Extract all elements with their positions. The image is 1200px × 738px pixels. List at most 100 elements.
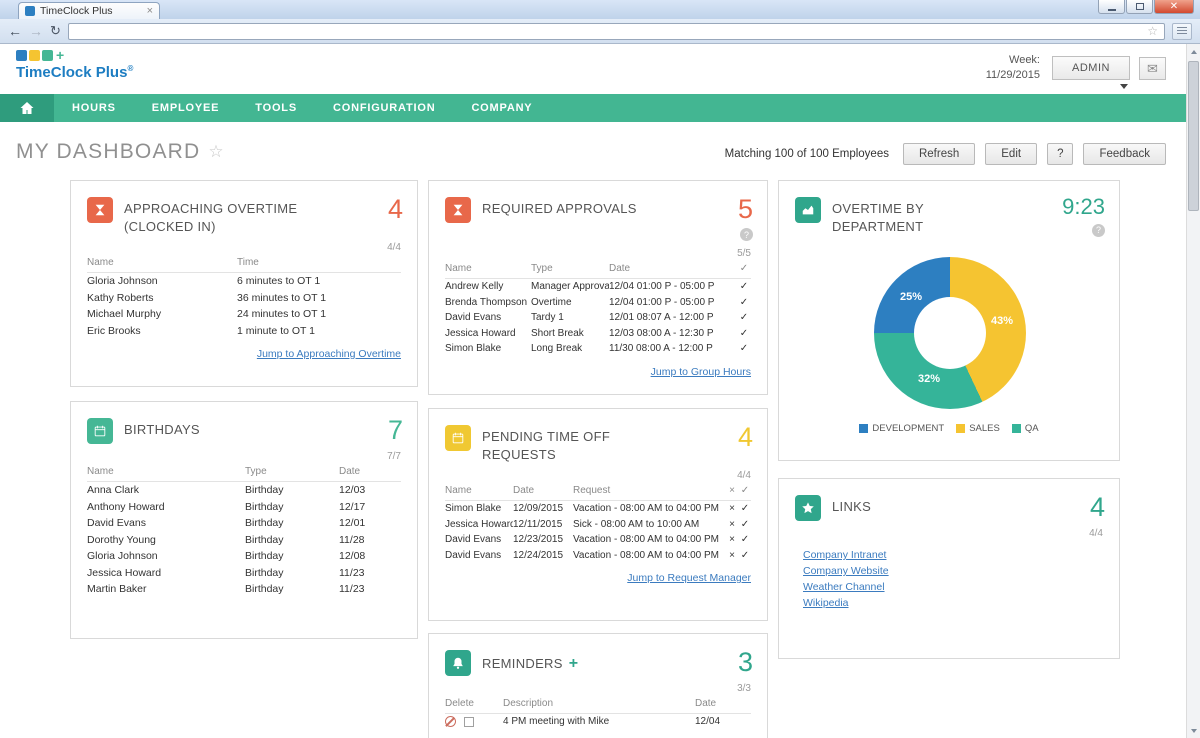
- approve-check-icon[interactable]: ✓: [737, 326, 751, 342]
- address-bar[interactable]: ☆: [68, 23, 1165, 40]
- deny-x-icon[interactable]: ×: [725, 532, 739, 548]
- cell: Birthday: [245, 581, 339, 598]
- cell: Brenda Thompson: [445, 295, 531, 311]
- jump-to-approaching-overtime-link[interactable]: Jump to Approaching Overtime: [87, 348, 401, 360]
- link-company-intranet[interactable]: Company Intranet: [803, 547, 1103, 563]
- browser-tab[interactable]: TimeClock Plus ×: [18, 2, 160, 19]
- favorite-star-icon[interactable]: ☆: [1147, 25, 1158, 37]
- cell: Andrew Kelly: [445, 279, 531, 295]
- favorite-page-star-icon[interactable]: ☆: [208, 142, 224, 162]
- cell: Jessica Howard: [445, 326, 531, 342]
- approve-all-icon[interactable]: ✓: [737, 261, 751, 279]
- cell: Simon Blake: [445, 341, 531, 357]
- scroll-up-icon[interactable]: [1187, 44, 1200, 59]
- approve-check-icon[interactable]: ✓: [737, 279, 751, 295]
- cell: 11/23: [339, 581, 401, 598]
- approve-check-icon[interactable]: ✓: [739, 501, 751, 517]
- card-birthdays: BIRTHDAYS 7 7/7 Name Type Date Anna Clar…: [70, 401, 418, 639]
- minimize-button[interactable]: [1098, 0, 1125, 14]
- cell: Vacation - 08:00 AM to 04:00 PM: [573, 501, 725, 517]
- browser-menu-button[interactable]: [1172, 23, 1192, 40]
- scroll-down-icon[interactable]: [1187, 723, 1200, 738]
- tab-close-icon[interactable]: ×: [147, 6, 153, 17]
- approve-check-icon[interactable]: ✓: [739, 517, 751, 533]
- column-header: Name: [445, 483, 513, 501]
- nav-home-button[interactable]: [0, 94, 54, 122]
- cell: 11/23: [339, 565, 401, 582]
- cell: Gloria Johnson: [87, 273, 237, 290]
- deny-x-icon[interactable]: ×: [725, 501, 739, 517]
- nav-item-hours[interactable]: HOURS: [54, 94, 134, 122]
- card-count: 4: [388, 197, 403, 221]
- add-reminder-button[interactable]: +: [569, 654, 579, 672]
- approve-check-icon[interactable]: ✓: [737, 310, 751, 326]
- table-row: Simon Blake12/09/2015Vacation - 08:00 AM…: [445, 501, 751, 517]
- link-wikipedia[interactable]: Wikipedia: [803, 595, 1103, 611]
- refresh-button[interactable]: Refresh: [903, 143, 975, 165]
- logo-plus-icon: +: [56, 50, 64, 61]
- nav-item-employee[interactable]: EMPLOYEE: [134, 94, 238, 122]
- table-row: Jessica HowardBirthday11/23: [87, 565, 401, 582]
- cell: Jessica Howard: [87, 565, 245, 582]
- deny-all-icon[interactable]: ×: [725, 483, 739, 501]
- approve-check-icon[interactable]: ✓: [737, 341, 751, 357]
- card-pending-time-off: PENDING TIME OFF REQUESTS 4 4/4 Name Dat…: [428, 408, 768, 621]
- approve-check-icon[interactable]: ✓: [739, 548, 751, 564]
- calendar-icon: [87, 418, 113, 444]
- deny-x-icon[interactable]: ×: [725, 548, 739, 564]
- edit-button[interactable]: Edit: [985, 143, 1037, 165]
- table-row: Dorothy YoungBirthday11/28: [87, 532, 401, 549]
- admin-button[interactable]: ADMIN: [1052, 56, 1130, 80]
- maximize-button[interactable]: [1126, 0, 1153, 14]
- link-weather-channel[interactable]: Weather Channel: [803, 579, 1103, 595]
- admin-dropdown-caret-icon[interactable]: [1120, 84, 1128, 89]
- cell: Vacation - 08:00 AM to 04:00 PM: [573, 532, 725, 548]
- table-row: David EvansTardy 112/01 08:07 A - 12:00 …: [445, 310, 751, 326]
- cell: 12/04 01:00 P - 05:00 P: [609, 279, 737, 295]
- jump-to-request-manager-link[interactable]: Jump to Request Manager: [445, 572, 751, 584]
- card-help-icon[interactable]: ?: [1092, 224, 1105, 237]
- deny-x-icon[interactable]: ×: [725, 517, 739, 533]
- scrollbar[interactable]: [1186, 44, 1200, 738]
- approve-check-icon[interactable]: ✓: [737, 295, 751, 311]
- donut-slice-label: 25%: [900, 291, 922, 303]
- donut-slice-label: 43%: [991, 315, 1013, 327]
- refresh-icon[interactable]: ↻: [50, 23, 61, 39]
- reminder-checkbox[interactable]: [464, 717, 474, 727]
- calendar-icon: [445, 425, 471, 451]
- legend-label: QA: [1025, 423, 1039, 434]
- shown-count: 4/4: [795, 528, 1103, 539]
- nav-item-tools[interactable]: TOOLS: [237, 94, 315, 122]
- forward-icon[interactable]: →: [29, 24, 43, 38]
- scrollbar-thumb[interactable]: [1188, 61, 1199, 211]
- help-button[interactable]: ?: [1047, 143, 1073, 165]
- table-row: Brenda ThompsonOvertime12/04 01:00 P - 0…: [445, 295, 751, 311]
- hourglass-icon: [445, 197, 471, 223]
- table-row: Kathy Roberts36 minutes to OT 1: [87, 290, 401, 307]
- cell: 12/01 08:07 A - 12:00 P: [609, 310, 737, 326]
- approve-check-icon[interactable]: ✓: [739, 532, 751, 548]
- cell: Long Break: [531, 341, 609, 357]
- cell: Sick - 08:00 AM to 10:00 AM: [573, 517, 725, 533]
- cell: Overtime: [531, 295, 609, 311]
- page-title: MY DASHBOARD ☆: [16, 140, 225, 164]
- table-row: 4 PM meeting with Mike 12/04: [445, 714, 751, 730]
- cell: Martin Baker: [87, 581, 245, 598]
- mail-button[interactable]: ✉: [1139, 57, 1166, 80]
- nav-item-configuration[interactable]: CONFIGURATION: [315, 94, 453, 122]
- legend-swatch: [1012, 424, 1021, 433]
- card-links: LINKS 4 4/4 Company Intranet Company Web…: [778, 478, 1120, 659]
- card-approaching-overtime: APPROACHING OVERTIME (CLOCKED IN) 4 4/4 …: [70, 180, 418, 387]
- link-company-website[interactable]: Company Website: [803, 563, 1103, 579]
- approve-all-icon[interactable]: ✓: [739, 483, 751, 501]
- delete-reminder-icon[interactable]: [445, 716, 456, 727]
- feedback-button[interactable]: Feedback: [1083, 143, 1166, 165]
- cell: David Evans: [445, 532, 513, 548]
- cell: David Evans: [445, 548, 513, 564]
- back-icon[interactable]: ←: [8, 24, 22, 38]
- card-help-icon[interactable]: ?: [740, 228, 753, 241]
- nav-item-company[interactable]: COMPANY: [453, 94, 550, 122]
- close-button[interactable]: ✕: [1154, 0, 1194, 14]
- jump-to-group-hours-link[interactable]: Jump to Group Hours: [445, 366, 751, 378]
- table-row: Anna ClarkBirthday12/03: [87, 482, 401, 499]
